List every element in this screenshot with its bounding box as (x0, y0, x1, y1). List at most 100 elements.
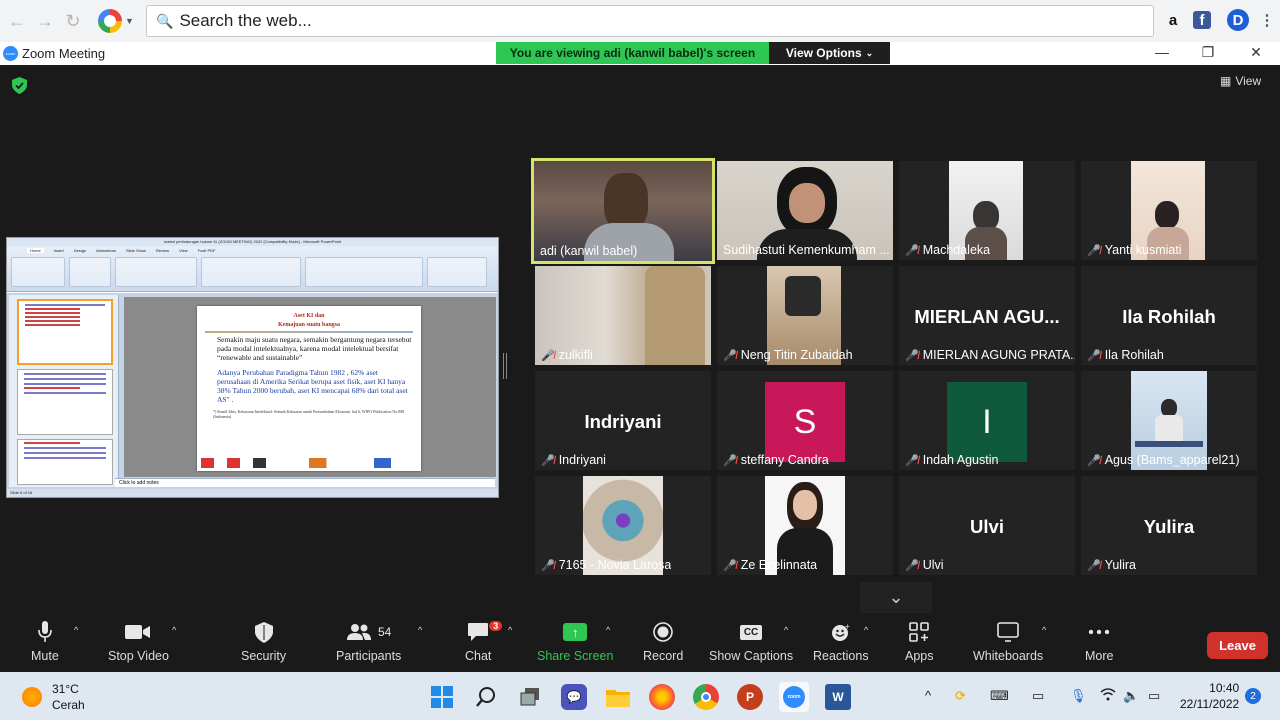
mute-button[interactable]: Mute (31, 619, 59, 663)
reactions-options-caret[interactable]: ^ (864, 625, 868, 635)
video-options-caret[interactable]: ^ (172, 625, 176, 635)
security-shield-icon[interactable] (12, 77, 27, 94)
participant-tile[interactable]: 🎤̸ Neng Titin Zubaidah (717, 266, 893, 365)
system-clock[interactable]: 10:40 22/11/2022 (1180, 680, 1239, 712)
chat-options-caret[interactable]: ^ (508, 625, 512, 635)
restore-icon[interactable]: ❐ (1193, 44, 1223, 61)
mic-muted-icon: 🎤̸ (1087, 454, 1101, 467)
apps-button[interactable]: Apps (905, 619, 934, 663)
ppt-tab[interactable]: Foxit PDF (198, 248, 216, 253)
more-button[interactable]: More (1085, 619, 1113, 663)
participant-tile[interactable]: Yulira 🎤̸ Yulira (1081, 476, 1257, 575)
participants-button[interactable]: 54 Participants (336, 619, 401, 663)
ppt-tab[interactable]: View (179, 248, 188, 253)
forward-icon[interactable]: → (34, 10, 56, 32)
participant-tile[interactable]: Ila Rohilah 🎤̸ Ila Rohilah (1081, 266, 1257, 365)
weather-widget[interactable]: 31°C Cerah (52, 681, 85, 713)
participant-tile[interactable]: Ulvi 🎤̸ Ulvi (899, 476, 1075, 575)
ribbon-group-font[interactable] (115, 257, 197, 287)
search-icon: 🔍 (156, 12, 174, 29)
split-view-handle[interactable] (503, 353, 507, 379)
reactions-button[interactable]: + Reactions (813, 619, 869, 663)
d-icon[interactable]: D (1227, 9, 1249, 31)
chrome-icon[interactable] (693, 684, 719, 710)
shared-screen[interactable]: materi perlindungan hukum KI (ZOOM MEETI… (6, 237, 499, 498)
search-input[interactable] (179, 11, 1080, 31)
back-icon[interactable]: ← (6, 10, 28, 32)
leave-button[interactable]: Leave (1207, 632, 1268, 659)
ribbon-group-editing[interactable] (427, 257, 487, 287)
minimize-icon[interactable]: — (1147, 44, 1177, 60)
participant-tile[interactable]: 🎤̸ Machdaleka (899, 161, 1075, 260)
microphone-icon[interactable]: 🎙 (1070, 688, 1087, 704)
ppt-tab[interactable]: Design (74, 248, 86, 253)
participants-options-caret[interactable]: ^ (418, 625, 422, 635)
chevron-up-icon[interactable]: ^ (925, 688, 931, 703)
reload-icon[interactable]: ↻ (62, 10, 84, 32)
menu-icon[interactable]: ⋮ (1256, 9, 1278, 31)
chevron-down-icon[interactable]: ▼ (125, 16, 134, 26)
slide-editor[interactable]: Aset KI dan Kemajuan suatu bangsa Semaki… (124, 297, 496, 477)
captions-options-caret[interactable]: ^ (784, 625, 788, 635)
amazon-icon[interactable]: a (1162, 9, 1184, 31)
show-captions-button[interactable]: CC Show Captions (709, 619, 793, 663)
stop-video-button[interactable]: Stop Video (108, 619, 169, 663)
volume-icon[interactable]: 🔈 (1123, 688, 1139, 704)
ppt-tab[interactable]: Insert (54, 248, 64, 253)
teams-chat-icon[interactable]: 💬 (561, 684, 587, 710)
wifi-icon[interactable] (1100, 688, 1116, 704)
participant-tile[interactable]: S 🎤̸ steffany Candra (717, 371, 893, 470)
zoom-taskbar-icon[interactable]: zoom (779, 682, 809, 712)
participant-tile[interactable]: 🎤̸ 7165 - Novia Larosa (535, 476, 711, 575)
participant-tile[interactable]: 🎤̸ zulkifli (535, 266, 711, 365)
share-options-caret[interactable]: ^ (606, 625, 610, 635)
share-screen-button[interactable]: ↑ Share Screen (537, 619, 613, 663)
participant-tile[interactable]: Indriyani 🎤̸ Indriyani (535, 371, 711, 470)
task-view-icon[interactable] (517, 684, 543, 710)
view-button[interactable]: ▦ View (1220, 74, 1261, 88)
participant-tile[interactable]: I 🎤̸ Indah Agustin (899, 371, 1075, 470)
windows-start-icon[interactable] (429, 684, 455, 710)
ribbon-group-paragraph[interactable] (201, 257, 301, 287)
search-icon[interactable] (473, 684, 499, 710)
ppt-tab[interactable]: Slide Show (126, 248, 146, 253)
file-explorer-icon[interactable] (605, 684, 631, 710)
battery-icon[interactable]: ▭ (1148, 688, 1160, 704)
sun-icon[interactable] (22, 687, 42, 707)
view-options-button[interactable]: View Options ⌄ (769, 42, 890, 64)
participant-tile[interactable]: adi (kanwil babel) (531, 158, 715, 264)
slide-thumbnail[interactable] (17, 439, 113, 485)
ppt-tab[interactable]: Animations (96, 248, 116, 253)
ribbon-group-clipboard[interactable] (11, 257, 65, 287)
slide-thumbnail[interactable] (17, 299, 113, 365)
participant-tile[interactable]: 🎤̸ Agus (Bams_apparel21) (1081, 371, 1257, 470)
whiteboards-options-caret[interactable]: ^ (1042, 625, 1046, 635)
close-icon[interactable]: ✕ (1241, 44, 1271, 61)
participant-tile[interactable]: 🎤̸ Yanti kusmiati (1081, 161, 1257, 260)
mute-options-caret[interactable]: ^ (74, 625, 78, 635)
gallery-next-page-button[interactable]: ⌄ (860, 582, 932, 613)
slide-thumbnail[interactable] (17, 369, 113, 435)
powerpoint-icon[interactable]: P (737, 684, 763, 710)
participant-tile[interactable]: 🎤̸ Ze Ezelinnata (717, 476, 893, 575)
drive-icon[interactable]: ▭ (1032, 688, 1044, 704)
keyboard-icon[interactable]: ⌨ (990, 688, 1009, 704)
google-icon[interactable] (98, 9, 122, 33)
notes-pane[interactable]: Click to add notes (115, 478, 495, 487)
firefox-icon[interactable] (649, 684, 675, 710)
search-box[interactable]: 🔍 (146, 5, 1154, 37)
participant-tile[interactable]: MIERLAN AGU... 🎤̸ MIERLAN AGUNG PRATA... (899, 266, 1075, 365)
whiteboards-button[interactable]: Whiteboards (973, 619, 1043, 663)
ribbon-group-drawing[interactable] (305, 257, 423, 287)
security-button[interactable]: Security (241, 619, 286, 663)
ppt-tab[interactable]: Home (27, 247, 44, 253)
ppt-tab[interactable]: Review (156, 248, 169, 253)
ribbon-group-slides[interactable] (69, 257, 111, 287)
sync-icon[interactable]: ⟳ (955, 688, 966, 704)
participant-tile[interactable]: Sudihastuti Kemenkumham ... (717, 161, 893, 260)
word-icon[interactable]: W (825, 684, 851, 710)
chat-button[interactable]: 3 Chat (465, 619, 503, 663)
notification-badge[interactable]: 2 (1245, 688, 1261, 704)
facebook-icon[interactable]: f (1193, 11, 1211, 29)
record-button[interactable]: Record (643, 619, 683, 663)
